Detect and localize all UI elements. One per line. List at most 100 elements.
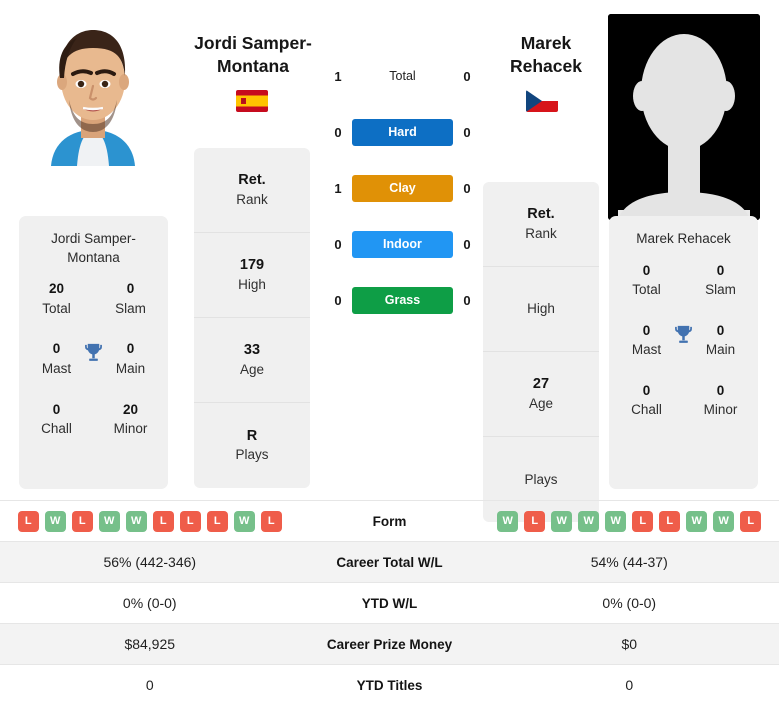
h2h-indoor-right-value: 0 xyxy=(463,236,471,252)
titles-card-right-grid: 0 Total 0 Slam 0 Mast 0 Main 0 Chall 0 M… xyxy=(619,261,748,420)
titles-left-minor: 20 Minor xyxy=(107,400,154,439)
h2h-indoor-bar[interactable]: Indoor xyxy=(352,230,453,258)
rank-left-age-value: 33 xyxy=(243,342,261,359)
player-name-left[interactable]: Jordi Samper- Montana xyxy=(178,32,328,78)
form-badge-loss[interactable]: L xyxy=(260,510,282,532)
form-badge-win[interactable]: W xyxy=(497,510,519,532)
player-name-right-line1: Marek xyxy=(520,33,572,53)
h2h-clay-bar[interactable]: Clay xyxy=(352,174,453,202)
titles-right-main-value: 0 xyxy=(716,322,725,338)
spain-flag xyxy=(236,90,268,112)
titles-left-chall: 0 Chall xyxy=(33,400,80,439)
form-badge-win[interactable]: W xyxy=(125,510,147,532)
czech-republic-flag-graphic xyxy=(526,90,558,112)
titles-card-left: Jordi Samper-Montana 20 Total 0 Slam 0 M… xyxy=(19,216,168,489)
titles-right-total: 0 Total xyxy=(623,261,670,300)
form-badge-win[interactable]: W xyxy=(44,510,66,532)
titles-left-minor-value: 20 xyxy=(123,401,139,417)
titles-right-row-2: 0 Mast 0 Main xyxy=(619,321,748,360)
titles-left-main-value: 0 xyxy=(126,341,135,357)
h2h-grass-left-value: 0 xyxy=(334,292,342,308)
h2h-grass-bar[interactable]: Grass xyxy=(352,286,453,314)
spacer-top xyxy=(80,279,107,281)
rank-column-right: Ret. Rank High 27 Age Plays xyxy=(483,182,599,522)
photo-left-graphic xyxy=(33,14,153,166)
player-comparison-page: Jordi Samper- Montana 1 Total 0 0 Hard 0 xyxy=(0,0,779,719)
rank-left-plays-label: Plays xyxy=(235,447,269,463)
form-badge-loss[interactable]: L xyxy=(206,510,228,532)
titles-right-total-value: 0 xyxy=(642,262,651,278)
form-badge-win[interactable]: W xyxy=(686,510,708,532)
rank-left-rank-label: Rank xyxy=(236,191,268,207)
player-photo-right[interactable] xyxy=(608,14,760,220)
h2h-grass-right-value: 0 xyxy=(463,292,471,308)
titles-left-total: 20 Total xyxy=(33,279,80,318)
rank-cell-left-age: 33 Age xyxy=(194,318,310,403)
rank-right-age-value: 27 xyxy=(532,376,550,393)
form-badge-win[interactable]: W xyxy=(233,510,255,532)
form-badge-loss[interactable]: L xyxy=(740,510,762,532)
comparison-header: Jordi Samper- Montana 1 Total 0 0 Hard 0 xyxy=(0,0,779,522)
ytd-titles-right: 0 xyxy=(625,677,634,693)
titles-right-chall: 0 Chall xyxy=(623,381,670,420)
trophy-icon xyxy=(670,321,697,346)
titles-right-chall-label: Chall xyxy=(631,402,662,418)
rank-left-high-value: 179 xyxy=(239,257,265,274)
rank-column-left: Ret. Rank 179 High 33 Age R Plays xyxy=(194,148,310,488)
table-row-label-career-prize-money: Career Prize Money xyxy=(326,636,453,652)
titles-left-total-label: Total xyxy=(42,300,71,316)
titles-right-mast-label: Mast xyxy=(631,342,662,358)
form-badge-loss[interactable]: L xyxy=(524,510,546,532)
form-badges-right: WLWWWLLWWL xyxy=(497,510,762,532)
form-badge-win[interactable]: W xyxy=(713,510,735,532)
form-badge-loss[interactable]: L xyxy=(71,510,93,532)
ytd-wl-right: 0% (0-0) xyxy=(602,595,657,611)
form-badge-loss[interactable]: L xyxy=(632,510,654,532)
h2h-hard-left-value: 0 xyxy=(334,124,342,140)
form-badge-win[interactable]: W xyxy=(98,510,120,532)
ytd-wl-left: 0% (0-0) xyxy=(122,595,177,611)
rank-right-rank-label: Rank xyxy=(525,225,557,241)
photo-right-graphic xyxy=(608,14,760,220)
titles-right-mast: 0 Mast xyxy=(623,321,670,360)
czech-republic-flag xyxy=(526,90,558,112)
player-name-right[interactable]: Marek Rehacek xyxy=(470,32,622,78)
titles-right-mast-value: 0 xyxy=(642,322,651,338)
titles-left-row-2: 0 Mast 0 Main xyxy=(29,339,158,378)
form-badge-win[interactable]: W xyxy=(578,510,600,532)
form-badge-win[interactable]: W xyxy=(551,510,573,532)
form-badge-win[interactable]: W xyxy=(605,510,627,532)
form-badge-loss[interactable]: L xyxy=(659,510,681,532)
rank-left-high-label: High xyxy=(238,276,266,292)
player-photo-left[interactable] xyxy=(33,14,153,166)
rank-left-plays-value: R xyxy=(246,427,258,444)
titles-left-main: 0 Main xyxy=(107,339,154,378)
trophy-icon xyxy=(80,339,107,364)
career-prize-money-left: $84,925 xyxy=(124,636,176,652)
titles-right-minor: 0 Minor xyxy=(697,381,744,420)
ytd-titles-left: 0 xyxy=(145,677,154,693)
titles-card-left-name: Jordi Samper-Montana xyxy=(51,231,136,265)
titles-left-main-label: Main xyxy=(115,360,146,376)
h2h-row-hard: 0 Hard 0 xyxy=(330,118,475,146)
titles-right-slam-label: Slam xyxy=(705,282,736,298)
form-badge-loss[interactable]: L xyxy=(152,510,174,532)
titles-card-right: Marek Rehacek 0 Total 0 Slam 0 Mast 0 Ma… xyxy=(609,216,758,489)
h2h-clay-right-value: 0 xyxy=(463,180,471,196)
titles-left-row-3: 0 Chall 20 Minor xyxy=(29,400,158,439)
titles-left-minor-label: Minor xyxy=(113,421,148,437)
spacer-bottom xyxy=(80,400,107,402)
form-badge-loss[interactable]: L xyxy=(17,510,39,532)
table-row-label-ytd-titles: YTD Titles xyxy=(356,677,423,693)
rank-cell-right-age: 27 Age xyxy=(483,352,599,437)
h2h-hard-bar[interactable]: Hard xyxy=(352,118,453,146)
h2h-hard-right-value: 0 xyxy=(463,124,471,140)
form-badge-loss[interactable]: L xyxy=(179,510,201,532)
titles-left-slam-value: 0 xyxy=(126,281,135,297)
titles-right-minor-value: 0 xyxy=(716,382,725,398)
h2h-total-left-value: 1 xyxy=(334,68,342,84)
form-badges-left: LWLWWLLLWL xyxy=(17,510,282,532)
rank-cell-right-high: High xyxy=(483,267,599,352)
table-row-label-career-total-wl: Career Total W/L xyxy=(336,554,443,570)
rank-left-age-label: Age xyxy=(239,361,265,377)
